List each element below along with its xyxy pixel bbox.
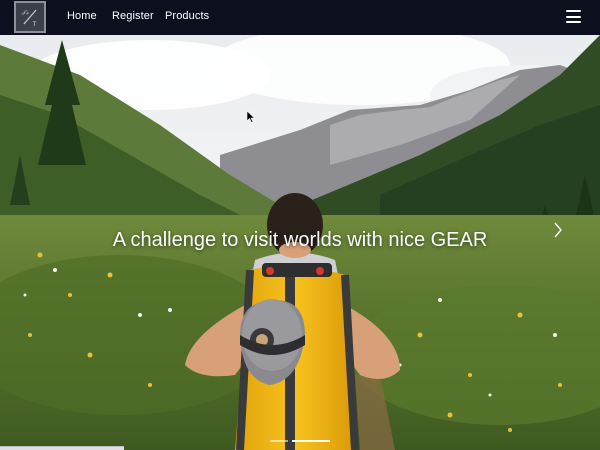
nav-link-register[interactable]: Register: [112, 10, 154, 22]
svg-text:𝒯𝓋: 𝒯𝓋: [21, 9, 30, 16]
carousel-next-button[interactable]: [548, 215, 568, 245]
brand-logo[interactable]: 𝒯𝓋 T: [14, 1, 46, 33]
hamburger-line: [566, 10, 581, 12]
hamburger-line: [566, 21, 581, 23]
carousel-indicator-1[interactable]: [270, 440, 288, 442]
browser-status-bar: [0, 446, 124, 450]
top-navbar: 𝒯𝓋 T Home Register Products: [0, 0, 600, 35]
nav-link-home[interactable]: Home: [67, 10, 97, 22]
carousel-indicator-2[interactable]: [292, 440, 330, 442]
brand-logo-mark: 𝒯𝓋 T: [16, 3, 44, 31]
chevron-right-icon: [554, 222, 562, 238]
hero-caption: A challenge to visit worlds with nice GE…: [112, 229, 488, 251]
mouse-pointer-icon: [247, 111, 255, 123]
svg-text:T: T: [33, 21, 37, 28]
hero-carousel: A challenge to visit worlds with nice GE…: [0, 35, 600, 450]
carousel-indicators: [270, 440, 330, 442]
nav-link-products[interactable]: Products: [165, 10, 209, 22]
hamburger-line: [566, 15, 581, 18]
hamburger-menu-icon[interactable]: [566, 10, 581, 23]
